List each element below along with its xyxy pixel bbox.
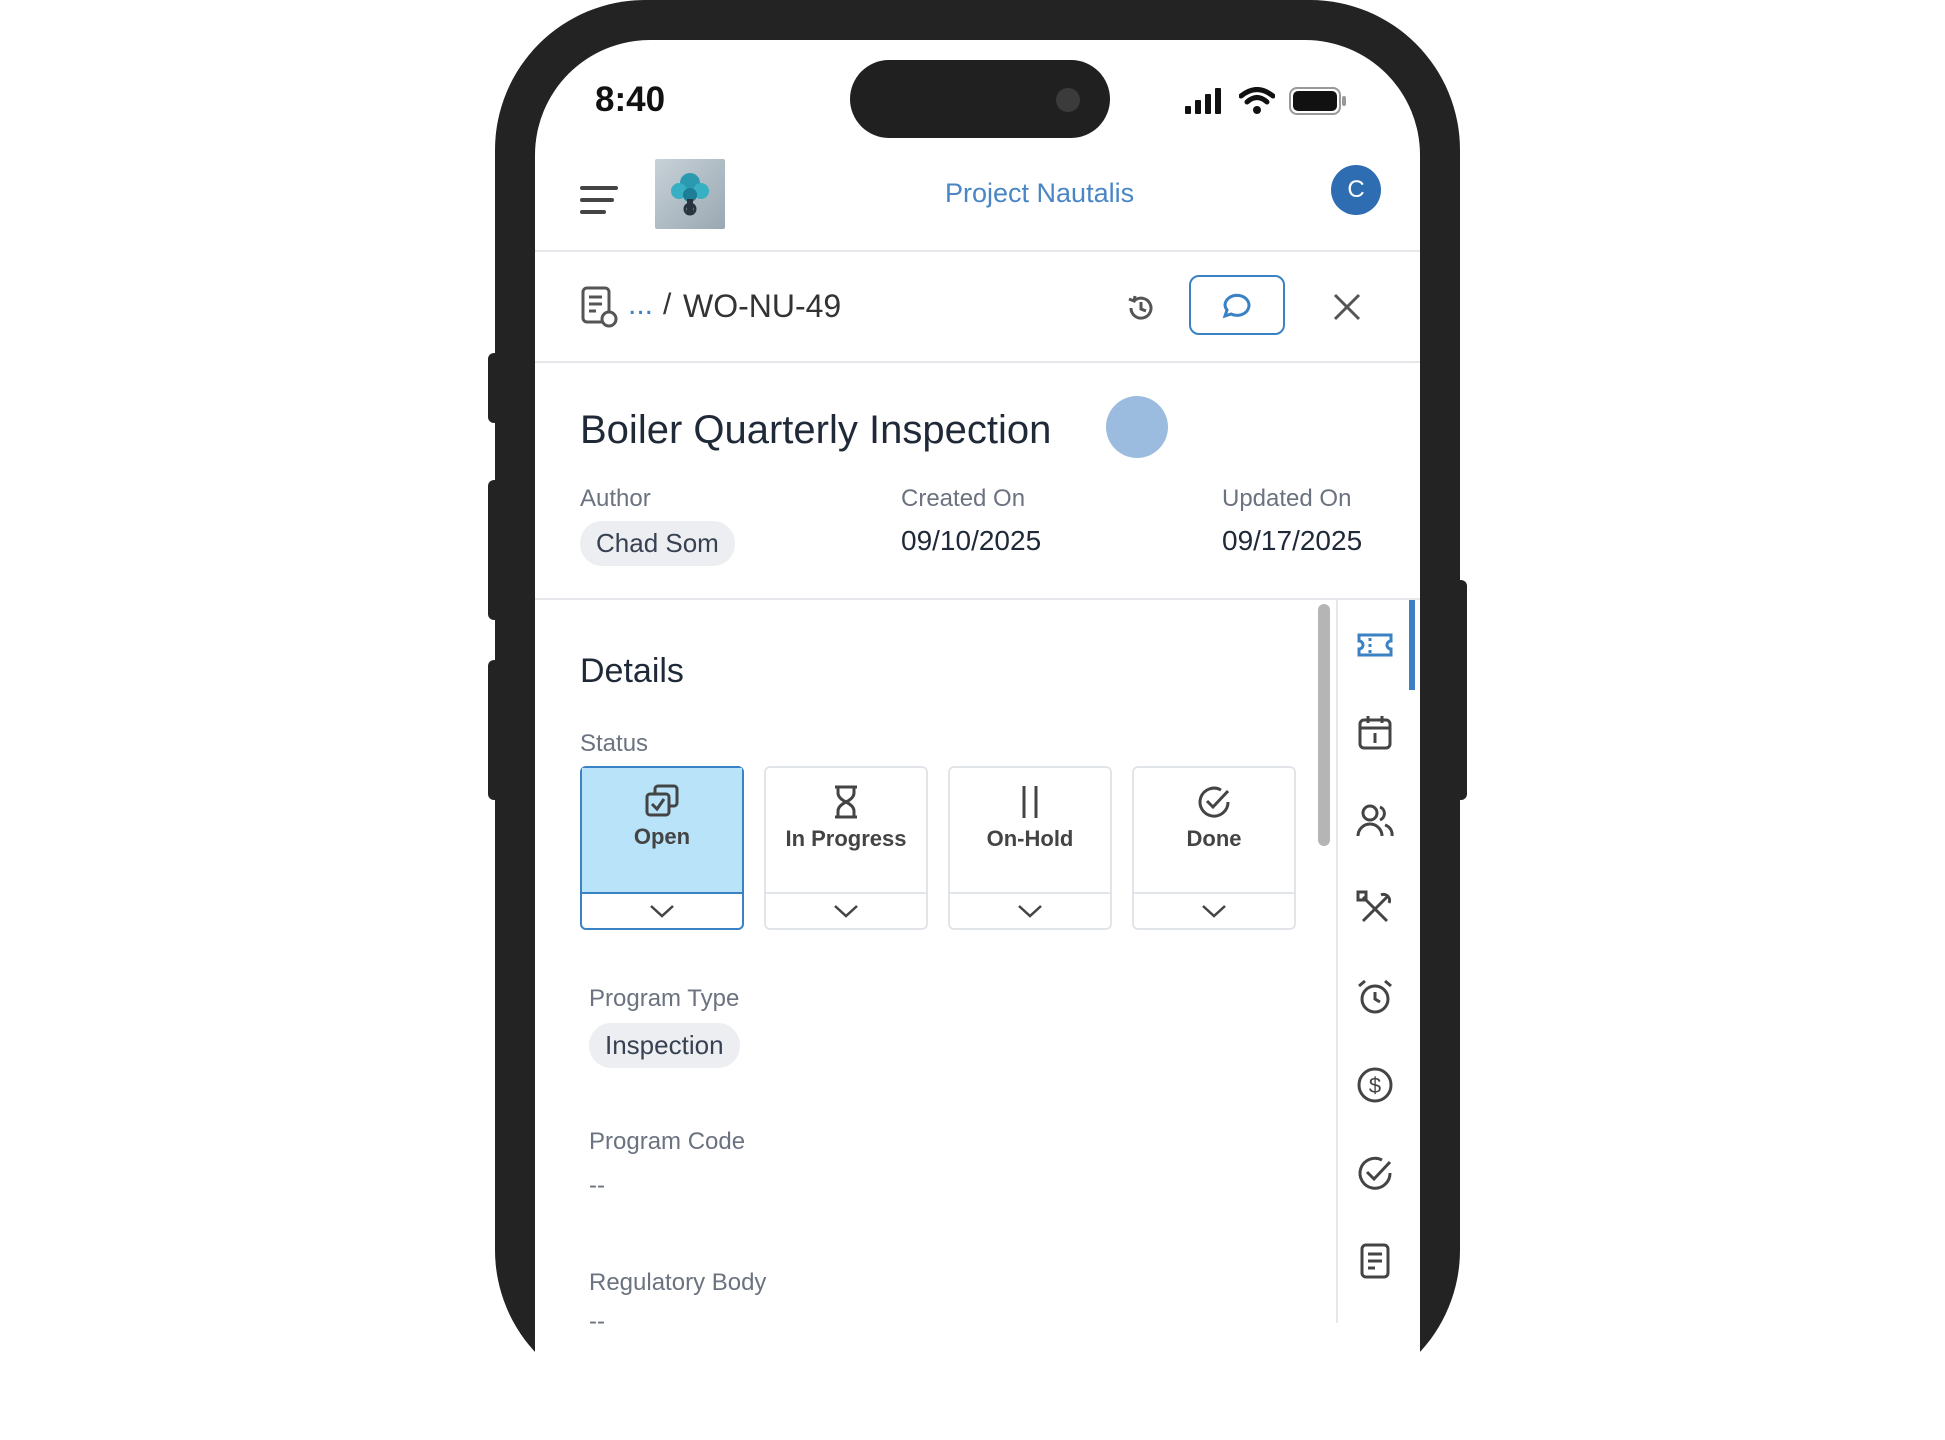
status-open-dropdown[interactable]: [582, 892, 742, 928]
side-rail-active-indicator: [1409, 600, 1415, 690]
comment-button[interactable]: [1189, 275, 1285, 335]
wifi-icon: [1239, 87, 1275, 114]
power-button: [1455, 580, 1467, 800]
breadcrumb-ellipsis[interactable]: ...: [628, 288, 653, 322]
hamburger-menu-icon[interactable]: [580, 186, 618, 216]
users-icon[interactable]: [1355, 801, 1395, 841]
status-option-open[interactable]: Open: [580, 766, 744, 930]
volume-down-button: [488, 660, 500, 800]
updated-on-value: 09/17/2025: [1222, 525, 1363, 556]
chevron-down-icon: [650, 905, 674, 918]
program-code-label: Program Code: [589, 1128, 746, 1155]
title-indicator-dot: [1106, 396, 1168, 458]
details-scrollbar[interactable]: [1318, 604, 1330, 846]
program-code-value: --: [589, 1172, 605, 1199]
status-time: 8:40: [595, 80, 666, 119]
tree-logo-icon: [671, 173, 709, 216]
author-chip[interactable]: Chad Som: [580, 521, 735, 566]
chevron-down-icon: [1018, 905, 1042, 918]
breadcrumb-current: WO-NU-49: [683, 288, 842, 324]
battery-icon: [1289, 87, 1346, 115]
status-on-hold-label: On-Hold: [986, 826, 1074, 851]
status-in-progress-dropdown[interactable]: [766, 892, 926, 928]
details-heading: Details: [580, 652, 684, 690]
user-avatar[interactable]: C: [1331, 165, 1381, 215]
status-in-progress-label: In Progress: [785, 826, 907, 851]
tools-icon[interactable]: [1355, 889, 1395, 929]
dynamic-island: [850, 60, 1110, 138]
comment-icon: [1222, 293, 1251, 319]
camera-icon: [1056, 88, 1080, 112]
status-open-label: Open: [633, 824, 691, 849]
chevron-down-icon: [1202, 905, 1226, 918]
check-circle-icon[interactable]: [1355, 1153, 1395, 1193]
hourglass-icon: [835, 785, 857, 819]
work-order-title: Boiler Quarterly Inspection: [580, 408, 1052, 452]
status-done-label: Done: [1186, 826, 1242, 851]
volume-up-button: [488, 480, 500, 620]
history-icon[interactable]: [1125, 292, 1157, 324]
regulatory-body-label: Regulatory Body: [589, 1269, 767, 1296]
program-type-chip[interactable]: Inspection: [589, 1023, 740, 1068]
work-order-icon: [581, 286, 618, 328]
signal-icon: [1185, 88, 1221, 114]
title-divider: [535, 598, 1420, 600]
status-on-hold-dropdown[interactable]: [950, 892, 1110, 928]
svg-text:$: $: [1369, 1073, 1381, 1098]
header-divider: [535, 250, 1420, 252]
regulatory-body-value: --: [589, 1308, 605, 1335]
author-label: Author: [580, 485, 651, 512]
alarm-icon[interactable]: [1355, 977, 1395, 1017]
updated-on-label: Updated On: [1222, 485, 1352, 512]
ticket-icon[interactable]: [1355, 625, 1395, 665]
status-option-done[interactable]: Done: [1132, 766, 1296, 930]
calendar-icon[interactable]: [1355, 713, 1395, 753]
action-button: [488, 353, 500, 423]
side-rail-border: [1336, 600, 1338, 1323]
program-type-label: Program Type: [589, 985, 740, 1012]
document-icon[interactable]: [1355, 1241, 1395, 1281]
app-logo: [655, 159, 725, 229]
created-on-label: Created On: [901, 485, 1026, 512]
check-circle-icon: [1198, 786, 1230, 818]
breadcrumb-divider: [535, 361, 1420, 363]
status-label: Status: [580, 730, 649, 757]
app-title: Project Nautalis: [945, 178, 1135, 208]
status-icons: [1185, 84, 1347, 118]
dollar-icon[interactable]: $: [1355, 1065, 1395, 1105]
created-on-value: 09/10/2025: [901, 525, 1042, 556]
status-option-in-progress[interactable]: In Progress: [764, 766, 928, 930]
chevron-down-icon: [834, 905, 858, 918]
status-option-on-hold[interactable]: On-Hold: [948, 766, 1112, 930]
open-icon: [645, 784, 679, 817]
pause-icon: [1022, 786, 1038, 818]
breadcrumb-separator: /: [663, 288, 672, 321]
close-icon[interactable]: [1332, 292, 1362, 322]
status-done-dropdown[interactable]: [1134, 892, 1294, 928]
